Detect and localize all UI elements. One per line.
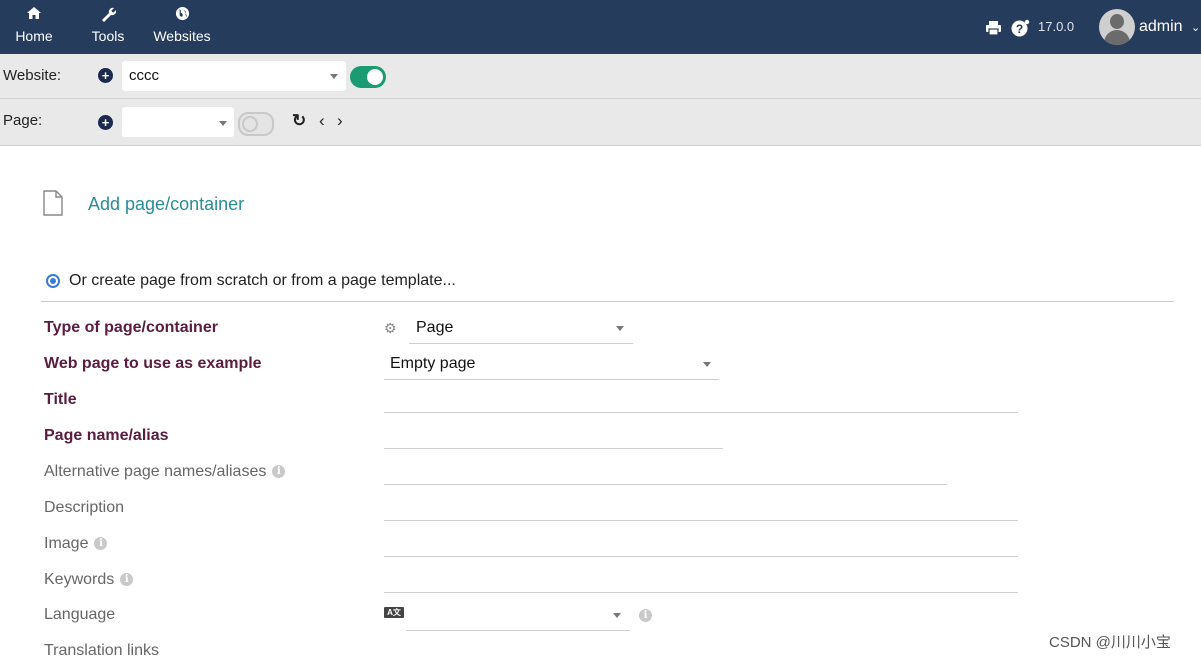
user-name: admin	[1139, 18, 1183, 35]
create-from-scratch-radio[interactable]	[46, 274, 60, 288]
title-input[interactable]	[384, 412, 1018, 413]
nav-websites-label: Websites	[153, 28, 211, 44]
add-page-container-link[interactable]: Add page/container	[88, 194, 244, 215]
language-label: Language	[44, 606, 116, 623]
alias-label: Page name/alias	[44, 427, 169, 444]
chevron-down-icon: ⌄	[1191, 22, 1201, 34]
avatar[interactable]	[1099, 9, 1135, 45]
previous-icon[interactable]: ‹	[319, 111, 325, 131]
add-website-icon[interactable]: +	[98, 68, 113, 83]
language-select[interactable]	[406, 603, 630, 631]
language-icon: A文	[384, 607, 404, 618]
info-icon[interactable]: i	[639, 609, 652, 622]
help-icon[interactable]: ?	[1011, 0, 1030, 54]
website-online-toggle[interactable]	[350, 66, 386, 88]
chevron-down-icon	[219, 121, 227, 126]
page-online-toggle[interactable]	[238, 112, 274, 136]
nav-websites[interactable]: Websites	[150, 6, 214, 44]
chevron-down-icon	[703, 362, 711, 367]
nav-home-label: Home	[15, 28, 53, 44]
title-label: Title	[44, 391, 77, 408]
wrench-icon	[88, 6, 128, 26]
refresh-icon[interactable]: ↻	[292, 111, 306, 131]
user-menu[interactable]: admin ⌄	[1139, 0, 1200, 54]
home-icon	[14, 6, 54, 26]
nav-home[interactable]: Home	[14, 6, 54, 44]
page-bar: Page: + ↻ ‹ ›	[0, 99, 1201, 146]
image-label: Image i	[44, 535, 108, 553]
version-label: 17.0.0	[1038, 19, 1075, 34]
page-label: Page:	[3, 112, 43, 129]
add-page-icon[interactable]: +	[98, 115, 113, 130]
info-icon[interactable]: i	[120, 573, 134, 587]
nav-tools-label: Tools	[91, 28, 125, 44]
info-icon[interactable]: i	[272, 465, 286, 479]
chevron-down-icon	[616, 326, 624, 331]
top-navbar: Home Tools Websites ? 17.0.0 admin ⌄	[0, 0, 1201, 54]
image-input[interactable]	[384, 556, 1018, 557]
next-icon[interactable]: ›	[337, 111, 343, 131]
alt-alias-label-text: Alternative page names/aliases	[44, 463, 267, 480]
divider	[41, 301, 1174, 302]
info-icon[interactable]: i	[94, 537, 108, 551]
svg-text:?: ?	[1016, 22, 1023, 36]
alt-alias-label: Alternative page names/aliases i	[44, 463, 286, 481]
website-select[interactable]: cccc	[122, 61, 346, 91]
example-select-value: Empty page	[390, 355, 476, 372]
website-select-value: cccc	[129, 67, 159, 84]
globe-icon	[150, 6, 214, 26]
type-select-value: Page	[416, 319, 454, 336]
description-label: Description	[44, 499, 125, 516]
nav-tools[interactable]: Tools	[88, 6, 128, 44]
print-icon[interactable]	[985, 0, 1002, 54]
image-label-text: Image	[44, 535, 89, 552]
gears-icon: ⚙	[384, 320, 397, 336]
chevron-down-icon	[330, 74, 338, 79]
watermark: CSDN @川川小宝	[1049, 634, 1171, 651]
type-label: Type of page/container	[44, 319, 218, 336]
website-bar: Website: + cccc	[0, 54, 1201, 99]
description-input[interactable]	[384, 520, 1018, 521]
example-label: Web page to use as example	[44, 355, 262, 372]
keywords-label: Keywords i	[44, 571, 134, 589]
file-icon	[43, 190, 63, 216]
alt-alias-input[interactable]	[384, 484, 947, 485]
keywords-label-text: Keywords	[44, 571, 115, 588]
create-from-scratch-label: Or create page from scratch or from a pa…	[69, 272, 456, 289]
example-select[interactable]: Empty page	[384, 352, 719, 380]
translation-label: Translation links	[44, 642, 160, 659]
chevron-down-icon	[613, 613, 621, 618]
page-select[interactable]	[122, 107, 234, 137]
type-select[interactable]: Page	[409, 316, 633, 344]
keywords-input[interactable]	[384, 592, 1018, 593]
website-label: Website:	[3, 67, 62, 84]
alias-input[interactable]	[384, 448, 723, 449]
